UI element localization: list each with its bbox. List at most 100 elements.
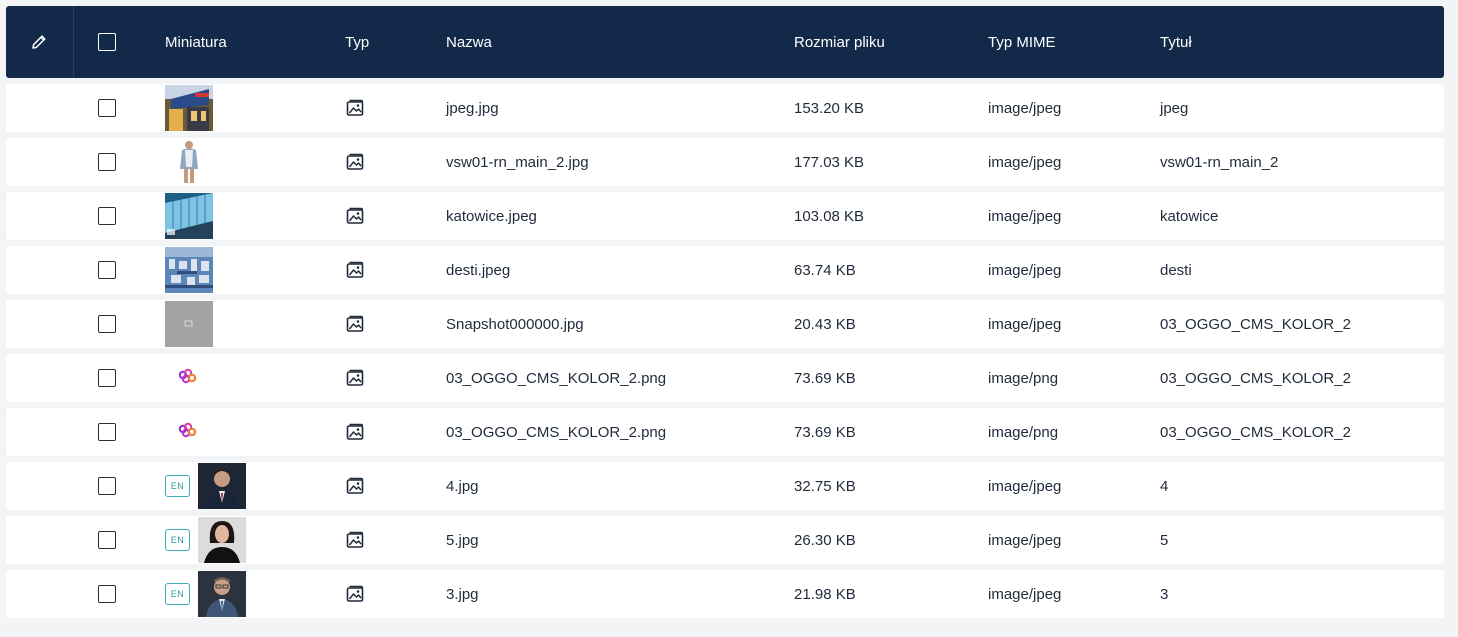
- type-cell: [345, 462, 365, 510]
- table-row[interactable]: vsw01-rn_main_2.jpg 177.03 KB image/jpeg…: [6, 138, 1444, 186]
- row-select-cell: [98, 192, 118, 240]
- header-type[interactable]: Typ: [345, 6, 369, 78]
- table-row[interactable]: EN 5.jpg 26.30 KB image/jpeg 5: [6, 516, 1444, 564]
- file-size: 73.69 KB: [794, 423, 856, 441]
- mime-type: image/jpeg: [988, 531, 1062, 549]
- row-select-cell: [98, 354, 118, 402]
- type-cell: [345, 408, 365, 456]
- header-title[interactable]: Tytuł: [1160, 6, 1192, 78]
- type-cell: [345, 354, 365, 402]
- row-checkbox[interactable]: [98, 207, 116, 225]
- row-select-cell: [98, 300, 118, 348]
- file-name[interactable]: Snapshot000000.jpg: [446, 300, 584, 348]
- table-row[interactable]: EN 4.jpg 32.75 KB image/jpeg 4: [6, 462, 1444, 510]
- row-checkbox[interactable]: [98, 315, 116, 333]
- row-checkbox[interactable]: [98, 477, 116, 495]
- header-mime[interactable]: Typ MIME: [988, 6, 1056, 78]
- thumbnail-image[interactable]: [165, 139, 213, 185]
- file-title: desti: [1160, 261, 1192, 279]
- mime-type: image/jpeg: [988, 315, 1062, 333]
- row-select-cell: [98, 570, 118, 618]
- file-name[interactable]: 5.jpg: [446, 516, 479, 564]
- file-title: 03_OGGO_CMS_KOLOR_2: [1160, 369, 1351, 387]
- file-name[interactable]: 03_OGGO_CMS_KOLOR_2.png: [446, 354, 666, 402]
- thumbnail-cell[interactable]: [165, 84, 213, 132]
- file-name[interactable]: jpeg.jpg: [446, 84, 499, 132]
- thumbnail-image[interactable]: [165, 85, 213, 131]
- language-badge: EN: [165, 529, 190, 551]
- row-checkbox[interactable]: [98, 369, 116, 387]
- type-cell: [345, 138, 365, 186]
- file-size: 177.03 KB: [794, 153, 865, 171]
- file-title: 3: [1160, 585, 1169, 603]
- type-cell: [345, 300, 365, 348]
- pencil-icon[interactable]: [30, 33, 48, 51]
- thumbnail-cell[interactable]: EN: [165, 462, 246, 510]
- table-row[interactable]: EN 3.jpg 21.98 KB image/jpeg 3: [6, 570, 1444, 618]
- file-title: vsw01-rn_main_2: [1160, 153, 1279, 171]
- thumbnail-cell[interactable]: EN: [165, 570, 246, 618]
- thumbnail-image[interactable]: [165, 247, 213, 293]
- file-name[interactable]: 3.jpg: [446, 570, 479, 618]
- thumbnail-image[interactable]: [165, 409, 213, 455]
- header-file-size[interactable]: Rozmiar pliku: [794, 6, 885, 78]
- thumbnail-image[interactable]: [165, 193, 213, 239]
- thumbnail-image[interactable]: [165, 355, 213, 401]
- mime-type: image/png: [988, 423, 1059, 441]
- table-row[interactable]: Snapshot000000.jpg 20.43 KB image/jpeg 0…: [6, 300, 1444, 348]
- image-icon: [346, 207, 364, 224]
- thumbnail-cell[interactable]: [165, 300, 213, 348]
- thumbnail-image[interactable]: [198, 517, 246, 563]
- file-name[interactable]: desti.jpeg: [446, 246, 510, 294]
- mime-type: image/jpeg: [988, 585, 1062, 603]
- file-title: 03_OGGO_CMS_KOLOR_2: [1160, 315, 1351, 333]
- file-size: 32.75 KB: [794, 477, 856, 495]
- file-name[interactable]: vsw01-rn_main_2.jpg: [446, 138, 589, 186]
- table-row[interactable]: jpeg.jpg 153.20 KB image/jpeg jpeg: [6, 84, 1444, 132]
- row-checkbox[interactable]: [98, 531, 116, 549]
- file-size: 73.69 KB: [794, 369, 856, 387]
- header-name[interactable]: Nazwa: [446, 6, 492, 78]
- edit-column-header[interactable]: [30, 6, 50, 78]
- thumbnail-image[interactable]: [165, 301, 213, 347]
- row-checkbox[interactable]: [98, 423, 116, 441]
- thumbnail-image[interactable]: [198, 571, 246, 617]
- select-all-checkbox[interactable]: [98, 33, 116, 51]
- file-size: 103.08 KB: [794, 207, 865, 225]
- thumbnail-cell[interactable]: [165, 408, 213, 456]
- type-cell: [345, 246, 365, 294]
- row-checkbox[interactable]: [98, 153, 116, 171]
- thumbnail-cell[interactable]: [165, 192, 213, 240]
- thumbnail-cell[interactable]: EN: [165, 516, 246, 564]
- file-name[interactable]: 4.jpg: [446, 462, 479, 510]
- thumbnail-image[interactable]: [198, 463, 246, 509]
- header-thumbnail[interactable]: Miniatura: [165, 6, 227, 78]
- row-checkbox[interactable]: [98, 99, 116, 117]
- file-title: katowice: [1160, 207, 1219, 225]
- file-name[interactable]: 03_OGGO_CMS_KOLOR_2.png: [446, 408, 666, 456]
- table-row[interactable]: desti.jpeg 63.74 KB image/jpeg desti: [6, 246, 1444, 294]
- table-row[interactable]: 03_OGGO_CMS_KOLOR_2.png 73.69 KB image/p…: [6, 354, 1444, 402]
- language-badge: EN: [165, 475, 190, 497]
- mime-type: image/jpeg: [988, 261, 1062, 279]
- mime-type: image/png: [988, 369, 1059, 387]
- thumbnail-cell[interactable]: [165, 246, 213, 294]
- thumbnail-cell[interactable]: [165, 138, 213, 186]
- type-cell: [345, 84, 365, 132]
- table-row[interactable]: katowice.jpeg 103.08 KB image/jpeg katow…: [6, 192, 1444, 240]
- row-select-cell: [98, 84, 118, 132]
- mime-type: image/jpeg: [988, 153, 1062, 171]
- row-select-cell: [98, 462, 118, 510]
- table-row[interactable]: 03_OGGO_CMS_KOLOR_2.png 73.69 KB image/p…: [6, 408, 1444, 456]
- file-title: 03_OGGO_CMS_KOLOR_2: [1160, 423, 1351, 441]
- file-size: 26.30 KB: [794, 531, 856, 549]
- mime-type: image/jpeg: [988, 207, 1062, 225]
- row-checkbox[interactable]: [98, 585, 116, 603]
- file-size: 21.98 KB: [794, 585, 856, 603]
- row-select-cell: [98, 516, 118, 564]
- image-icon: [346, 99, 364, 116]
- image-icon: [346, 261, 364, 278]
- thumbnail-cell[interactable]: [165, 354, 213, 402]
- row-checkbox[interactable]: [98, 261, 116, 279]
- file-name[interactable]: katowice.jpeg: [446, 192, 537, 240]
